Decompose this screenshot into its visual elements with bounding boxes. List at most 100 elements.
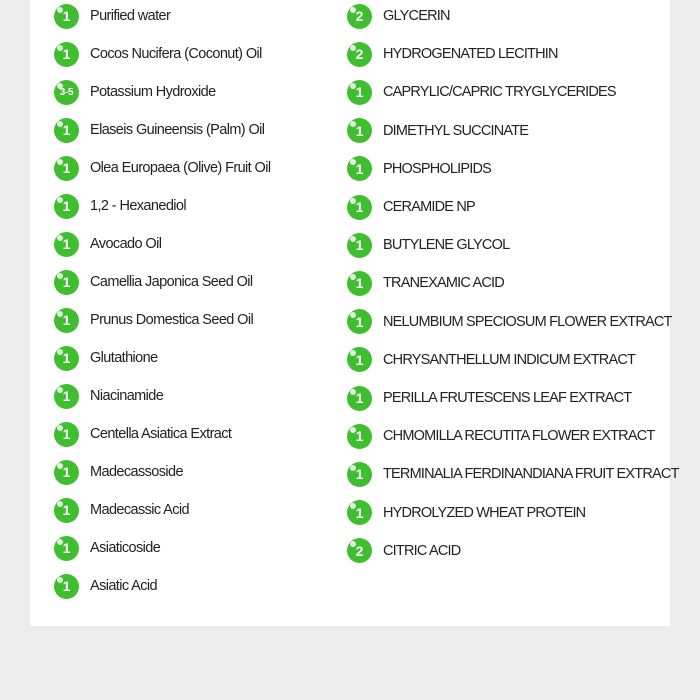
face-icon [350, 82, 356, 89]
face-icon [350, 197, 356, 204]
ewg-grade-badge-icon: 1 [54, 345, 79, 371]
ingredient-item: 1 Avocado Oil [54, 231, 162, 257]
ingredient-name: Niacinamide [90, 388, 164, 404]
grade-value: 1 [62, 426, 71, 442]
ingredient-name: Cocos Nucifera (Coconut) Oil [90, 46, 262, 62]
ingredient-item: 1 Niacinamide [54, 383, 164, 409]
ingredient-item: 1 PHOSPHOLIPIDS [347, 156, 492, 182]
ingredient-item: 1 TRANEXAMIC ACID [347, 270, 505, 296]
grade-value: 1 [355, 122, 364, 139]
ewg-grade-badge-icon: 1 [347, 232, 372, 258]
ewg-grade-badge-icon: 1 [347, 194, 372, 220]
grade-value: 1 [62, 46, 71, 62]
ingredient-name: CHMOMILLA RECUTITA FLOWER EXTRACT [383, 428, 655, 445]
ingredient-name: CHRYSANTHELLUM INDICUM EXTRACT [383, 351, 636, 368]
grade-value: 1 [62, 198, 71, 214]
ingredient-item: 1 HYDROLYZED WHEAT PROTEIN [347, 500, 586, 526]
ingredient-name: HYDROLYZED WHEAT PROTEIN [383, 504, 586, 521]
ingredient-item: 2 CITRIC ACID [347, 538, 461, 564]
ewg-grade-badge-icon: 1 [54, 193, 79, 219]
face-icon [57, 44, 63, 51]
ingredient-item: 1 Cocos Nucifera (Coconut) Oil [54, 41, 262, 67]
ingredient-name: Avocado Oil [90, 236, 162, 252]
ingredient-name: BUTYLENE GLYCOL [383, 237, 510, 254]
grade-value: 1 [355, 237, 364, 254]
ewg-grade-badge-icon: 1 [347, 156, 372, 182]
ewg-grade-badge-icon: 1 [54, 459, 79, 485]
grade-value: 2 [355, 46, 364, 63]
ingredient-name: CERAMIDE NP [383, 199, 476, 215]
face-icon [57, 82, 63, 89]
ingredient-name: Madecassoside [90, 464, 184, 480]
grade-value: 1 [62, 274, 71, 290]
ingredient-name: Madecassic Acid [90, 502, 190, 518]
face-icon [57, 272, 63, 279]
ingredient-item: 3-5 Potassium Hydroxide [54, 79, 216, 105]
grade-value: 2 [355, 542, 364, 559]
grade-value: 1 [355, 466, 364, 483]
face-icon [57, 576, 63, 583]
ingredient-item: 1 CAPRYLIC/CAPRIC TRYGLYCERIDES [347, 79, 617, 105]
ingredient-item: 2 GLYCERIN [347, 3, 450, 29]
ingredient-item: 1 PERILLA FRUTESCENS LEAF EXTRACT [347, 385, 632, 411]
ewg-grade-badge-icon: 2 [347, 3, 372, 29]
face-icon [57, 234, 63, 241]
face-icon [57, 196, 63, 203]
ewg-grade-badge-icon: 1 [347, 347, 372, 373]
ingredient-name: Camellia Japonica Seed Oil [90, 274, 253, 290]
ingredient-name: Glutathione [90, 350, 158, 366]
ingredient-item: 1 Asiaticoside [54, 535, 161, 561]
face-icon [350, 6, 356, 13]
grade-value: 1 [355, 275, 364, 292]
ewg-grade-badge-icon: 2 [347, 41, 372, 67]
ewg-grade-badge-icon: 1 [54, 3, 79, 29]
grade-value: 1 [62, 236, 71, 252]
grade-value: 1 [62, 8, 71, 24]
ewg-grade-badge-icon: 1 [54, 307, 79, 333]
face-icon [350, 426, 356, 433]
grade-value: 1 [62, 578, 71, 594]
face-icon [57, 462, 63, 469]
ingredient-item: 1 CHMOMILLA RECUTITA FLOWER EXTRACT [347, 423, 655, 449]
grade-value: 1 [62, 312, 71, 328]
ewg-grade-badge-icon: 1 [54, 421, 79, 447]
ingredient-name: NELUMBIUM SPECIOSUM FLOWER EXTRACT [383, 313, 672, 330]
grade-value: 1 [62, 502, 71, 518]
ewg-grade-badge-icon: 1 [54, 155, 79, 181]
ewg-grade-badge-icon: 1 [54, 117, 79, 143]
ingredient-item: 1 TERMINALIA FERDINANDIANA FRUIT EXTRACT [347, 461, 679, 487]
ewg-grade-badge-icon: 1 [347, 309, 372, 335]
face-icon [350, 44, 356, 51]
ingredient-item: 1 Madecassic Acid [54, 497, 190, 523]
ingredient-name: CAPRYLIC/CAPRIC TRYGLYCERIDES [383, 84, 617, 101]
grade-value: 1 [62, 464, 71, 480]
grade-value: 1 [355, 199, 364, 215]
grade-value: 1 [355, 428, 364, 445]
ingredient-name: 1,2 - Hexanediol [90, 198, 187, 214]
grade-value: 1 [62, 350, 71, 366]
grade-value: 1 [355, 504, 364, 521]
ewg-grade-badge-icon: 1 [54, 573, 79, 599]
ingredient-item: 1 Olea Europaea (Olive) Fruit Oil [54, 155, 271, 181]
ingredient-item: 1 Centella Asiatica Extract [54, 421, 232, 447]
ingredient-item: 1 Prunus Domestica Seed Oil [54, 307, 254, 333]
grade-value: 2 [355, 8, 364, 24]
grade-value: 1 [62, 388, 71, 404]
ingredient-item: 1 Elaseis Guineensis (Palm) Oil [54, 117, 265, 143]
face-icon [57, 500, 63, 507]
ewg-grade-badge-icon: 1 [54, 269, 79, 295]
face-icon [57, 348, 63, 355]
face-icon [57, 120, 63, 127]
ingredient-item: 1 1,2 - Hexanediol [54, 193, 187, 219]
ingredient-item: 1 Camellia Japonica Seed Oil [54, 269, 253, 295]
ewg-grade-badge-icon: 1 [347, 423, 372, 449]
ingredient-name: GLYCERIN [383, 8, 450, 24]
ewg-grade-badge-icon: 2 [347, 538, 372, 564]
grade-value: 1 [355, 313, 364, 330]
face-icon [57, 6, 63, 13]
ewg-grade-badge-icon: 1 [54, 41, 79, 67]
ewg-grade-badge-icon: 3-5 [54, 79, 79, 105]
ingredient-item: 1 CHRYSANTHELLUM INDICUM EXTRACT [347, 347, 636, 373]
face-icon [57, 310, 63, 317]
ingredient-item: 1 BUTYLENE GLYCOL [347, 232, 510, 258]
